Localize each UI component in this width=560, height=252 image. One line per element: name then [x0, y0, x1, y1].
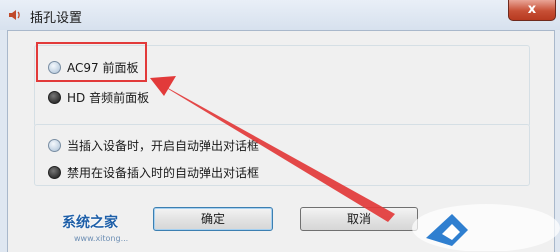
radio-button[interactable]	[48, 166, 61, 179]
radio-disable-autopopup[interactable]: 禁用在设备插入时的自动弹出对话框	[48, 164, 259, 181]
speaker-icon	[9, 10, 20, 20]
ok-button[interactable]: 确定	[153, 207, 273, 231]
radio-button[interactable]	[48, 139, 61, 152]
radio-enable-autopopup[interactable]: 当插入设备时，开启自动弹出对话框	[48, 137, 259, 154]
radio-label-hd-audio: HD 音频前面板	[67, 91, 150, 105]
radio-label-disable-autopopup: 禁用在设备插入时的自动弹出对话框	[67, 166, 260, 180]
window-title: 插孔设置	[30, 11, 83, 26]
radio-hd-audio[interactable]: HD 音频前面板	[48, 89, 149, 106]
annotation-highlight-box	[36, 42, 147, 82]
watermark-url: www.xitong...	[74, 234, 129, 243]
watermark-text: 系统之家	[62, 215, 118, 231]
close-button[interactable]: x	[508, 0, 556, 21]
title-bar: 插孔设置 x	[0, 0, 560, 30]
radio-label-enable-autopopup: 当插入设备时，开启自动弹出对话框	[67, 139, 260, 153]
cancel-button[interactable]: 取消	[300, 207, 418, 231]
watermark-logo-icon	[412, 204, 560, 251]
radio-button[interactable]	[48, 91, 61, 104]
